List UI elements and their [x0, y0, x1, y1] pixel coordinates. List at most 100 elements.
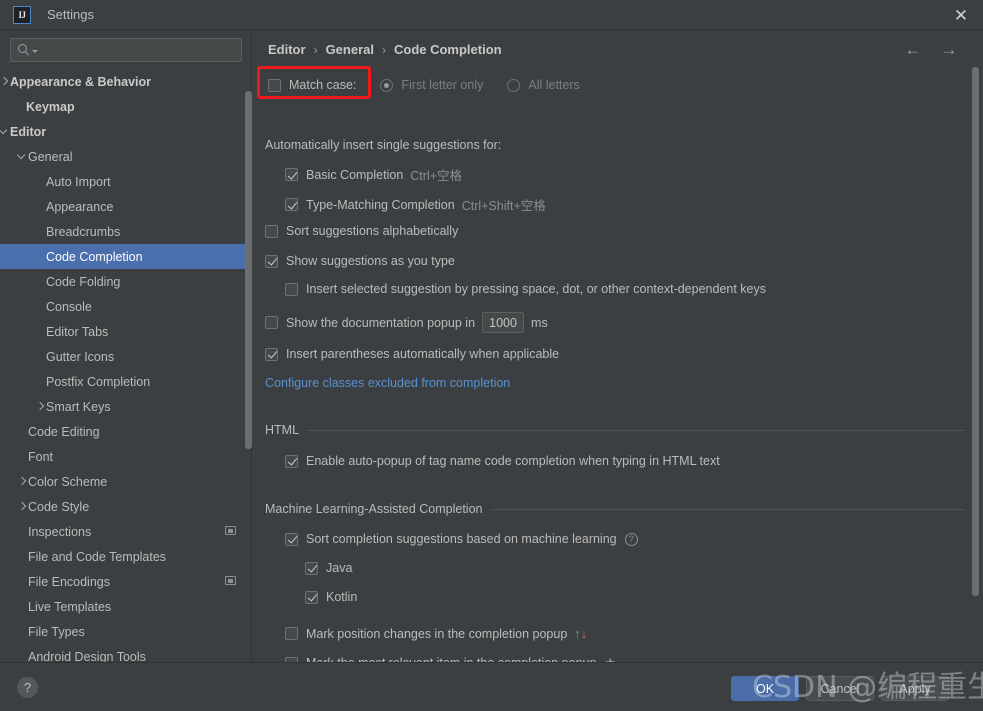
- mark-position-label: Mark position changes in the completion …: [306, 626, 568, 641]
- sidebar-item-label: File Encodings: [28, 574, 110, 589]
- back-arrow-icon[interactable]: ←: [903, 40, 923, 60]
- insert-selected-checkbox[interactable]: [285, 282, 298, 296]
- ml-kotlin-row: Kotlin: [305, 590, 357, 604]
- main-scrollbar-thumb[interactable]: [972, 67, 979, 596]
- chevron-down-icon[interactable]: [0, 127, 10, 137]
- sidebar-item-smart-keys[interactable]: Smart Keys: [0, 394, 252, 419]
- navigation-arrows: ← →: [903, 40, 959, 60]
- sidebar-item-console[interactable]: Console: [0, 294, 252, 319]
- sidebar-item-inspections[interactable]: Inspections: [0, 519, 252, 544]
- sidebar-item-code-folding[interactable]: Code Folding: [0, 269, 252, 294]
- all-letters-radio[interactable]: [507, 78, 521, 92]
- match-case-label: Match case:: [289, 78, 357, 92]
- sidebar-item-appearance-behavior[interactable]: Appearance & Behavior: [0, 69, 252, 94]
- ml-java-label: Java: [326, 561, 353, 575]
- insert-selected-label: Insert selected suggestion by pressing s…: [306, 282, 766, 296]
- sidebar-item-auto-import[interactable]: Auto Import: [0, 169, 252, 194]
- settings-dialog: IJ Settings ✕ Appearance & Behavior Keyma…: [0, 0, 983, 711]
- sort-alphabetically-checkbox[interactable]: [265, 224, 278, 238]
- search-field-wrapper: [10, 38, 242, 62]
- doc-popup-unit-label: ms: [531, 315, 548, 330]
- insert-parentheses-checkbox[interactable]: [265, 347, 278, 361]
- html-autopopup-checkbox[interactable]: [285, 454, 298, 468]
- chevron-right-icon[interactable]: [36, 402, 46, 412]
- ml-section-title: Machine Learning-Assisted Completion: [265, 502, 483, 516]
- sidebar-item-label: Appearance & Behavior: [10, 74, 152, 89]
- ml-sort-label: Sort completion suggestions based on mac…: [306, 532, 617, 546]
- sidebar-item-gutter-icons[interactable]: Gutter Icons: [0, 344, 252, 369]
- sidebar-item-label: Editor Tabs: [46, 324, 109, 339]
- sidebar-item-postfix-completion[interactable]: Postfix Completion: [0, 369, 252, 394]
- ml-sort-checkbox[interactable]: [285, 532, 298, 546]
- mark-position-checkbox[interactable]: [285, 627, 298, 640]
- breadcrumb-editor[interactable]: Editor: [268, 42, 306, 57]
- search-input[interactable]: [10, 38, 242, 62]
- help-icon[interactable]: ?: [17, 677, 38, 698]
- sidebar-item-android-design-tools[interactable]: Android Design Tools: [0, 644, 252, 663]
- sidebar-item-label: Color Scheme: [28, 474, 108, 489]
- configure-excluded-classes-link[interactable]: Configure classes excluded from completi…: [265, 376, 510, 390]
- sidebar-item-label: Android Design Tools: [28, 649, 146, 663]
- sidebar-item-appearance[interactable]: Appearance: [0, 194, 252, 219]
- doc-popup-label: Show the documentation popup in: [286, 315, 476, 330]
- chevron-right-icon[interactable]: [0, 77, 10, 87]
- sidebar-item-label: Appearance: [46, 199, 114, 214]
- project-scope-icon: [225, 576, 236, 585]
- show-suggestions-checkbox[interactable]: [265, 254, 278, 268]
- chevron-right-icon[interactable]: [18, 502, 28, 512]
- sidebar-item-file-types[interactable]: File Types: [0, 619, 252, 644]
- ml-java-checkbox[interactable]: [305, 561, 318, 575]
- doc-popup-delay-input[interactable]: 1000: [482, 312, 525, 333]
- basic-completion-label: Basic Completion: [306, 167, 404, 182]
- settings-tree: Appearance & Behavior Keymap Editor General…: [0, 69, 252, 662]
- type-matching-completion-checkbox[interactable]: [285, 198, 298, 211]
- html-autopopup-label: Enable auto-popup of tag name code compl…: [306, 454, 720, 468]
- sidebar-scrollbar-thumb[interactable]: [245, 91, 252, 449]
- ml-sort-row: Sort completion suggestions based on mac…: [285, 532, 638, 546]
- doc-popup-checkbox[interactable]: [265, 316, 278, 329]
- intellij-logo-icon: IJ: [13, 5, 31, 24]
- dialog-footer: ? OK Cancel Apply: [0, 662, 983, 711]
- chevron-down-icon[interactable]: [32, 50, 38, 53]
- ml-kotlin-checkbox[interactable]: [305, 590, 318, 604]
- type-matching-completion-shortcut: Ctrl+Shift+空格: [461, 199, 546, 213]
- apply-button[interactable]: Apply: [881, 676, 949, 701]
- ok-button[interactable]: OK: [731, 676, 799, 701]
- chevron-down-icon[interactable]: [18, 152, 28, 162]
- basic-completion-checkbox[interactable]: [285, 168, 298, 181]
- match-case-checkbox[interactable]: [268, 78, 281, 92]
- sidebar-item-code-style[interactable]: Code Style: [0, 494, 252, 519]
- chevron-right-icon[interactable]: [18, 477, 28, 487]
- sidebar-item-code-editing[interactable]: Code Editing: [0, 419, 252, 444]
- sidebar-item-label: Breadcrumbs: [46, 224, 121, 239]
- close-icon[interactable]: ✕: [951, 5, 971, 25]
- sidebar-item-color-scheme[interactable]: Color Scheme: [0, 469, 252, 494]
- sidebar-item-editor[interactable]: Editor: [0, 119, 252, 144]
- breadcrumb-general[interactable]: General: [326, 42, 374, 57]
- html-autopopup-row: Enable auto-popup of tag name code compl…: [285, 454, 720, 468]
- arrow-down-icon: ↓: [580, 626, 588, 641]
- sidebar-item-file-and-code-templates[interactable]: File and Code Templates: [0, 544, 252, 569]
- sidebar-item-label: File Types: [28, 624, 85, 639]
- cancel-button[interactable]: Cancel: [806, 676, 874, 701]
- sidebar-item-live-templates[interactable]: Live Templates: [0, 594, 252, 619]
- section-divider: [307, 429, 965, 431]
- sort-alphabetically-label: Sort suggestions alphabetically: [286, 224, 459, 238]
- settings-main-panel: Editor › General › Code Completion ← → M…: [253, 31, 983, 662]
- sidebar-item-editor-tabs[interactable]: Editor Tabs: [0, 319, 252, 344]
- sidebar-item-file-encodings[interactable]: File Encodings: [0, 569, 252, 594]
- sidebar-item-code-completion[interactable]: Code Completion: [0, 244, 252, 269]
- first-letter-only-radio[interactable]: [380, 78, 394, 92]
- forward-arrow-icon[interactable]: →: [939, 40, 959, 60]
- ml-java-row: Java: [305, 561, 352, 575]
- sidebar-item-general[interactable]: General: [0, 144, 252, 169]
- mark-position-row: Mark position changes in the completion …: [285, 626, 587, 641]
- help-icon[interactable]: ?: [624, 532, 638, 546]
- insert-parentheses-label: Insert parentheses automatically when ap…: [286, 347, 560, 361]
- sidebar-item-breadcrumbs[interactable]: Breadcrumbs: [0, 219, 252, 244]
- sidebar-item-font[interactable]: Font: [0, 444, 252, 469]
- basic-completion-row: Basic Completion Ctrl+空格: [285, 165, 462, 184]
- sidebar-item-label: Code Style: [28, 499, 90, 514]
- sidebar-item-keymap[interactable]: Keymap: [0, 94, 252, 119]
- breadcrumb-code-completion: Code Completion: [393, 42, 502, 57]
